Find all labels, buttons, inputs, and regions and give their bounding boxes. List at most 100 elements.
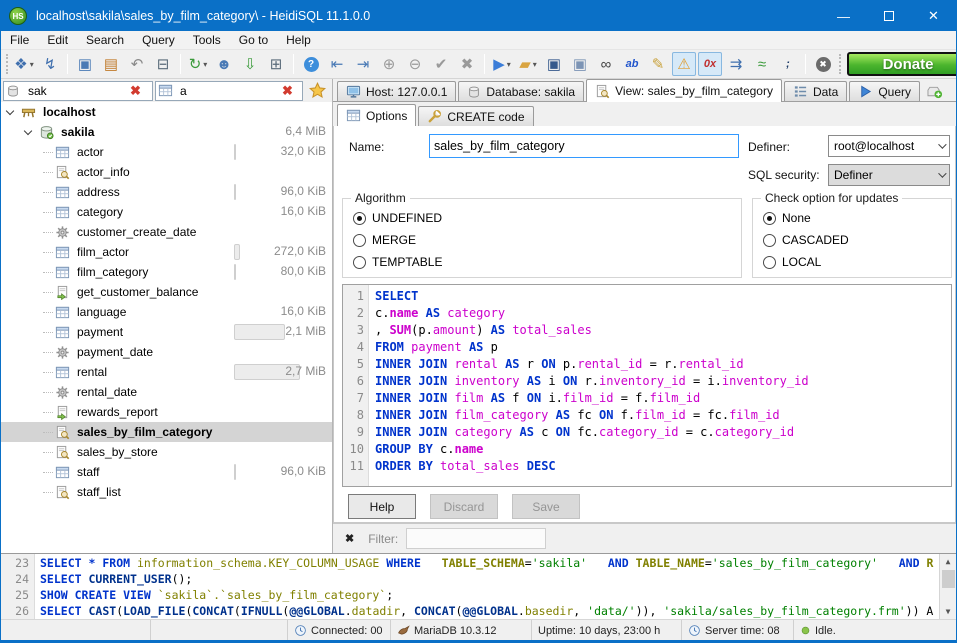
delete-record-icon[interactable]: ⊖ (403, 52, 427, 76)
menu-item-edit[interactable]: Edit (38, 31, 77, 49)
help-button[interactable]: Help (348, 494, 416, 519)
export-tables-icon[interactable]: ⇩ (238, 52, 262, 76)
favorites-star-icon[interactable] (309, 82, 326, 99)
radio-algorithm-merge[interactable]: MERGE (343, 229, 741, 251)
tree-item-sales_by_film_category[interactable]: sales_by_film_category (1, 422, 332, 442)
filter-input[interactable] (406, 528, 546, 549)
clear-database-filter-icon[interactable]: ✖ (128, 84, 143, 97)
tree-item-payment_date[interactable]: payment_date (1, 342, 332, 362)
last-record-icon[interactable]: ⇥ (351, 52, 375, 76)
maximize-button[interactable] (866, 1, 911, 31)
dropdown-arrow-icon[interactable]: ▾ (203, 60, 207, 69)
menu-item-go-to[interactable]: Go to (230, 31, 277, 49)
sql-security-combobox[interactable]: Definer (828, 164, 950, 186)
refresh-icon[interactable]: ↻ ▾ (186, 52, 210, 76)
tree-item-localhost[interactable]: localhost (1, 102, 332, 122)
tree-item-sakila[interactable]: sakila6,4 MiB (1, 122, 332, 142)
close-button[interactable]: ✕ (911, 1, 956, 31)
tree-item-address[interactable]: address96,0 KiB (1, 182, 332, 202)
menu-item-query[interactable]: Query (133, 31, 184, 49)
database-filter-input[interactable] (28, 83, 128, 99)
scroll-up-icon[interactable]: ▲ (940, 554, 956, 569)
definer-combobox[interactable]: root@localhost (828, 135, 950, 157)
radio-check-option-cascaded[interactable]: CASCADED (753, 229, 951, 251)
tree-item-staff_list[interactable]: staff_list (1, 482, 332, 502)
tree-item-get_customer_balance[interactable]: get_customer_balance (1, 282, 332, 302)
tree-item-staff[interactable]: staff96,0 KiB (1, 462, 332, 482)
tree-item-language[interactable]: language16,0 KiB (1, 302, 332, 322)
help-icon[interactable]: ? (299, 52, 323, 76)
log-scrollbar[interactable]: ▲ ▼ (939, 554, 956, 619)
radio-algorithm-undefined[interactable]: UNDEFINED (343, 207, 741, 229)
donate-button[interactable]: Donate (847, 52, 957, 76)
save-snippet-icon[interactable]: ⊞ (264, 52, 288, 76)
dropdown-arrow-icon[interactable]: ▾ (507, 60, 511, 69)
tree-item-rental_date[interactable]: rental_date (1, 382, 332, 402)
tab-data[interactable]: Data (784, 81, 847, 101)
dropdown-arrow-icon[interactable]: ▾ (533, 60, 537, 69)
open-file-icon[interactable]: ▰ ▾ (516, 52, 540, 76)
hex-view-icon[interactable]: 0x (698, 52, 722, 76)
expand-chevron-icon[interactable] (24, 126, 32, 134)
tree-item-payment[interactable]: payment2,1 MiB (1, 322, 332, 342)
tree-item-film_category[interactable]: film_category80,0 KiB (1, 262, 332, 282)
scroll-down-icon[interactable]: ▼ (940, 604, 956, 619)
view-sql-editor[interactable]: 1234567891011 SELECTc.name AS category, … (342, 284, 952, 487)
paste-icon[interactable]: ▤ (99, 52, 123, 76)
subtab-options[interactable]: Options (337, 104, 416, 126)
menu-item-help[interactable]: Help (277, 31, 320, 49)
discard-button[interactable]: Discard (430, 494, 498, 519)
session-manager-icon[interactable]: ❖ ▾ (12, 52, 36, 76)
table-filter-input[interactable] (180, 83, 280, 99)
save-button[interactable]: Save (512, 494, 580, 519)
tab-host-127-0-0-1[interactable]: Host: 127.0.0.1 (337, 81, 456, 101)
syntax-warning-icon[interactable]: ⚠ (672, 52, 696, 76)
print-icon[interactable]: ⊟ (151, 52, 175, 76)
indent-icon[interactable]: ⇉ (724, 52, 748, 76)
delimiter-icon[interactable]: ; (776, 52, 800, 76)
tree-item-actor[interactable]: actor32,0 KiB (1, 142, 332, 162)
save-as-icon[interactable]: ▣ (568, 52, 592, 76)
format-code-icon[interactable]: ✎ (646, 52, 670, 76)
tree-item-rewards_report[interactable]: rewards_report (1, 402, 332, 422)
first-record-icon[interactable]: ⇤ (325, 52, 349, 76)
insert-record-icon[interactable]: ⊕ (377, 52, 401, 76)
close-filter-icon[interactable]: ✖ (345, 532, 354, 545)
reformat-icon[interactable]: ≈ (750, 52, 774, 76)
stop-icon[interactable]: ✖ (811, 52, 835, 76)
clear-table-filter-icon[interactable]: ✖ (280, 84, 295, 97)
tree-item-sales_by_store[interactable]: sales_by_store (1, 442, 332, 462)
menu-item-tools[interactable]: Tools (184, 31, 230, 49)
dropdown-arrow-icon[interactable]: ▾ (30, 60, 34, 69)
radio-check-option-none[interactable]: None (753, 207, 951, 229)
user-manager-icon[interactable]: ☻ (212, 52, 236, 76)
tree-item-actor_info[interactable]: actor_info (1, 162, 332, 182)
tree-item-rental[interactable]: rental2,7 MiB (1, 362, 332, 382)
expand-chevron-icon[interactable] (6, 106, 14, 114)
tree-item-category[interactable]: category16,0 KiB (1, 202, 332, 222)
menu-item-search[interactable]: Search (77, 31, 133, 49)
tree-item-film_actor[interactable]: film_actor272,0 KiB (1, 242, 332, 262)
menu-item-file[interactable]: File (1, 31, 38, 49)
tab-view-sales-by-film-category[interactable]: View: sales_by_film_category (586, 79, 782, 102)
save-file-icon[interactable]: ▣ (542, 52, 566, 76)
add-tab-icon[interactable] (926, 84, 944, 99)
tab-query[interactable]: Query (849, 81, 920, 101)
scroll-thumb[interactable] (942, 570, 955, 588)
subtab-create-code[interactable]: CREATE code (418, 106, 533, 126)
radio-check-option-local[interactable]: LOCAL (753, 251, 951, 273)
tree-item-customer_create_date[interactable]: customer_create_date (1, 222, 332, 242)
replace-icon[interactable]: ab (620, 52, 644, 76)
undo-icon[interactable]: ↶ (125, 52, 149, 76)
post-record-icon[interactable]: ✔ (429, 52, 453, 76)
minimize-button[interactable]: — (821, 1, 866, 31)
find-icon[interactable]: ∞ (594, 52, 618, 76)
radio-algorithm-temptable[interactable]: TEMPTABLE (343, 251, 741, 273)
toolbar-drag-handle[interactable] (6, 54, 8, 74)
view-name-input[interactable] (429, 134, 739, 158)
disconnect-icon[interactable]: ↯ (38, 52, 62, 76)
toolbar-drag-handle[interactable] (839, 54, 844, 74)
run-query-icon[interactable]: ▶ ▾ (490, 52, 514, 76)
cancel-editing-icon[interactable]: ✖ (455, 52, 479, 76)
tab-database-sakila[interactable]: Database: sakila (458, 81, 584, 101)
